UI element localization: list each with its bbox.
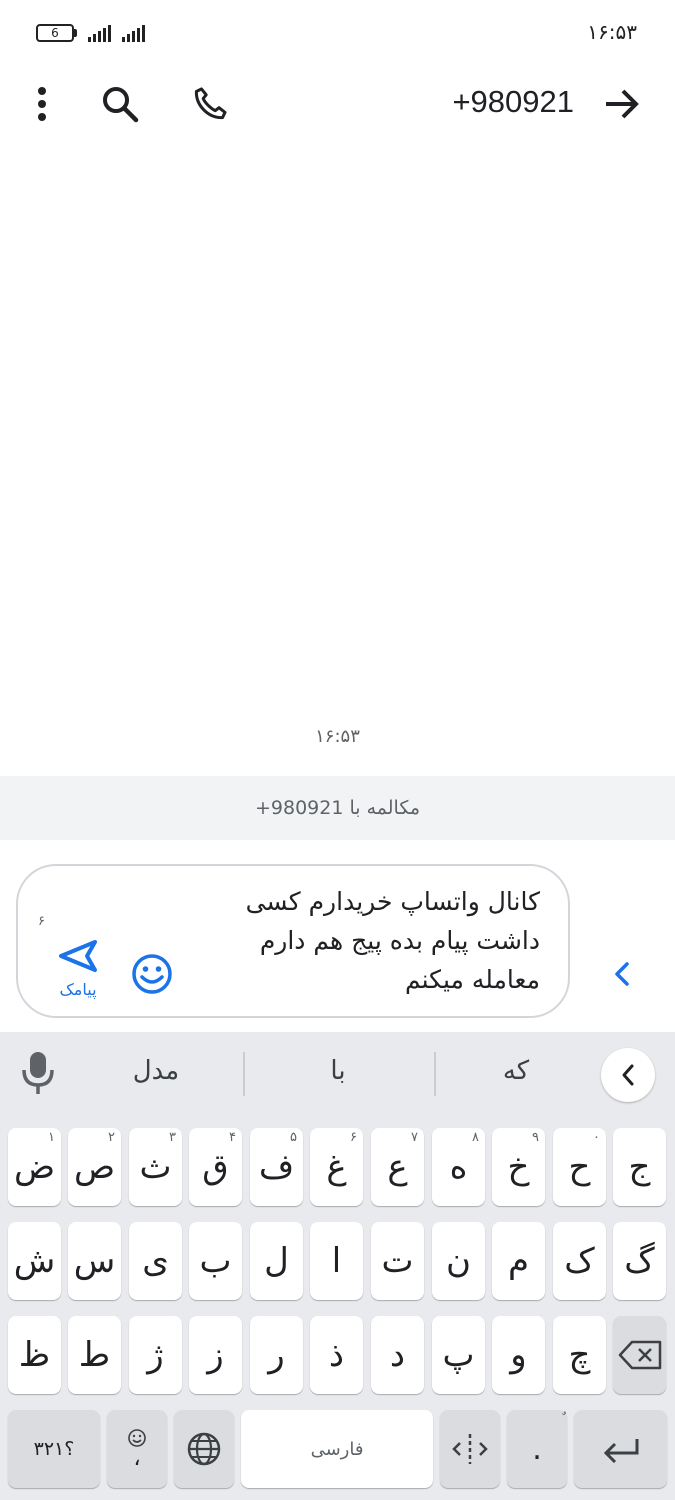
key[interactable]: س xyxy=(68,1222,121,1300)
key[interactable]: ص۲ xyxy=(68,1128,121,1206)
more-vert-icon[interactable] xyxy=(16,78,68,130)
key-row-4: ؟۳۲۱ ، فارسی .ٌ xyxy=(0,1410,675,1490)
comma-label: ، xyxy=(133,1446,141,1471)
key[interactable]: ش xyxy=(8,1222,61,1300)
key-row-1: ج ح۰ خ۹ ه۸ ع۷ غ۶ ف۵ ق۴ ث۳ ص۲ ض۱ xyxy=(0,1128,675,1208)
key[interactable]: ق۴ xyxy=(189,1128,242,1206)
backspace-icon[interactable] xyxy=(613,1316,666,1394)
suggestion-center[interactable]: با xyxy=(278,1056,398,1086)
key[interactable]: ت xyxy=(371,1222,424,1300)
space-key[interactable]: فارسی xyxy=(241,1410,433,1488)
smiley-icon xyxy=(128,1429,146,1447)
back-arrow-icon[interactable] xyxy=(596,78,648,130)
key[interactable]: و xyxy=(492,1316,545,1394)
key[interactable]: چ xyxy=(553,1316,606,1394)
key[interactable]: ز xyxy=(189,1316,242,1394)
key[interactable]: د xyxy=(371,1316,424,1394)
cursor-move-icon[interactable] xyxy=(440,1410,500,1488)
status-bar: 6 ۱۶:۵۳ xyxy=(0,0,675,64)
microphone-icon[interactable] xyxy=(20,1050,56,1096)
key-row-3: چ و پ د ذ ر ز ژ ط ظ xyxy=(0,1316,675,1396)
key[interactable]: ی xyxy=(129,1222,182,1300)
status-time: ۱۶:۵۳ xyxy=(587,20,637,44)
message-text[interactable]: کانال واتساپ خریدارم کسی داشت پیام بده پ… xyxy=(210,882,540,999)
keyboard: مدل با که ج ح۰ خ۹ ه۸ ع۷ غ۶ ف۵ ق۴ ث۳ ص۲ ض… xyxy=(0,1032,675,1500)
key[interactable]: ج xyxy=(613,1128,666,1206)
message-input[interactable]: کانال واتساپ خریدارم کسی داشت پیام بده پ… xyxy=(16,864,570,1018)
key[interactable]: ط xyxy=(68,1316,121,1394)
key[interactable]: م xyxy=(492,1222,545,1300)
conversation-info-strip: مکالمه با 980921+ xyxy=(0,776,675,840)
key[interactable]: ل xyxy=(250,1222,303,1300)
character-count: ۶ xyxy=(38,914,45,929)
key[interactable]: ث۳ xyxy=(129,1128,182,1206)
key[interactable]: ف۵ xyxy=(250,1128,303,1206)
enter-icon[interactable] xyxy=(574,1410,667,1488)
search-icon[interactable] xyxy=(94,78,146,130)
numbers-key[interactable]: ؟۳۲۱ xyxy=(8,1410,100,1488)
battery-icon: 6 xyxy=(36,24,74,42)
emoji-icon[interactable] xyxy=(130,952,174,996)
period-key[interactable]: .ٌ xyxy=(507,1410,567,1488)
key[interactable]: ذ xyxy=(310,1316,363,1394)
message-line-2: داشت پیام بده پیج هم دارم xyxy=(259,926,540,955)
key[interactable]: پ xyxy=(432,1316,485,1394)
key-row-2: گ ک م ن ت ا ل ب ی س ش xyxy=(0,1222,675,1302)
phone-icon[interactable] xyxy=(184,78,236,130)
key[interactable]: ا xyxy=(310,1222,363,1300)
conversation-toolbar: +980921 xyxy=(0,64,675,144)
emoji-comma-key[interactable]: ، xyxy=(107,1410,167,1488)
signal-icon xyxy=(88,24,116,42)
message-line-3: معامله میکنم xyxy=(404,965,540,994)
key[interactable]: ژ xyxy=(129,1316,182,1394)
key[interactable]: ع۷ xyxy=(371,1128,424,1206)
send-sms-button[interactable]: پیامک xyxy=(48,938,108,1002)
key[interactable]: ض۱ xyxy=(8,1128,61,1206)
expand-compose-chevron-icon[interactable] xyxy=(606,958,638,990)
suggestion-left[interactable]: مدل xyxy=(96,1056,216,1086)
suggestion-bar: مدل با که xyxy=(0,1032,675,1118)
key[interactable]: گ xyxy=(613,1222,666,1300)
key[interactable]: ح۰ xyxy=(553,1128,606,1206)
suggestion-divider xyxy=(434,1052,436,1096)
key[interactable]: ر xyxy=(250,1316,303,1394)
message-timestamp: ۱۶:۵۳ xyxy=(315,726,360,747)
key[interactable]: ه۸ xyxy=(432,1128,485,1206)
globe-icon[interactable] xyxy=(174,1410,234,1488)
key[interactable]: خ۹ xyxy=(492,1128,545,1206)
message-line-1: کانال واتساپ خریدارم کسی xyxy=(245,887,540,916)
key[interactable]: غ۶ xyxy=(310,1128,363,1206)
key[interactable]: ک xyxy=(553,1222,606,1300)
conversation-info-text: مکالمه با 980921+ xyxy=(254,797,421,819)
battery-level: 6 xyxy=(51,26,59,40)
battery-tip xyxy=(74,29,77,37)
compose-area: کانال واتساپ خریدارم کسی داشت پیام بده پ… xyxy=(0,840,675,1032)
signal-icon-2 xyxy=(122,24,150,42)
contact-number: +980921 xyxy=(452,84,574,119)
send-icon xyxy=(59,940,97,972)
key[interactable]: ن xyxy=(432,1222,485,1300)
send-label: پیامک xyxy=(59,980,97,999)
key[interactable]: ظ xyxy=(8,1316,61,1394)
key[interactable]: ب xyxy=(189,1222,242,1300)
suggestion-divider xyxy=(243,1052,245,1096)
keyboard-chevron-icon[interactable] xyxy=(601,1048,655,1102)
suggestion-right[interactable]: که xyxy=(456,1056,576,1086)
